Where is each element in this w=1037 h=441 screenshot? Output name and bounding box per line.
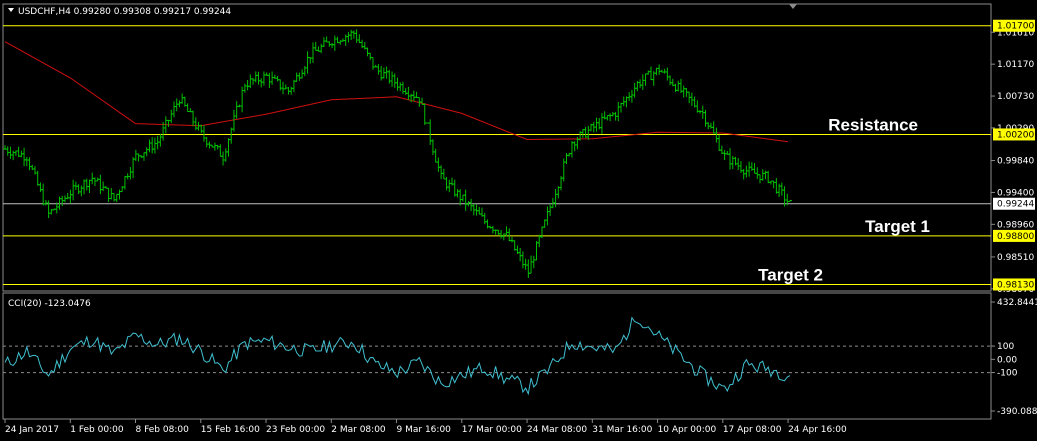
level-label: 0.98130 — [997, 280, 1034, 290]
time-tick-label: 10 Apr 00:00 — [658, 425, 717, 435]
time-tick-label: 31 Mar 16:00 — [592, 425, 652, 435]
level-label: 1.01700 — [997, 22, 1034, 32]
cci-tick-label: 0.00 — [997, 355, 1017, 365]
time-tick-label: 17 Mar 00:00 — [462, 425, 522, 435]
time-tick-label: 15 Feb 16:00 — [201, 425, 260, 435]
chart-root: 1.016101.011701.007301.002900.998400.994… — [0, 0, 1037, 441]
time-tick-label: 24 Apr 16:00 — [788, 425, 847, 435]
time-tick-label: 24 Mar 08:00 — [527, 425, 587, 435]
time-tick-label: 24 Jan 2017 — [5, 425, 59, 435]
cci-title: CCI(20) -123.0476 — [8, 299, 91, 309]
time-tick-label: 23 Feb 00:00 — [266, 425, 325, 435]
time-tick-label: 1 Feb 00:00 — [70, 425, 124, 435]
annotation-label: Target 2 — [758, 265, 823, 284]
price-tick-label: 0.99400 — [997, 188, 1034, 198]
price-axis-ticks: 1.016101.011701.007301.002900.998400.994… — [991, 28, 1034, 295]
cci-tick-label: 432.8441 — [997, 298, 1037, 308]
cci-tick-label: 100 — [997, 342, 1014, 352]
cci-tick-label: -100 — [997, 369, 1018, 379]
level-label: 1.00200 — [997, 130, 1034, 140]
price-tick-label: 0.98510 — [997, 253, 1034, 263]
price-tick-label: 0.99840 — [997, 157, 1034, 167]
time-tick-label: 17 Apr 08:00 — [723, 425, 782, 435]
cci-tick-label: -390.0885 — [997, 407, 1037, 417]
level-label: 0.99244 — [997, 200, 1034, 210]
annotation-label: Resistance — [828, 115, 918, 134]
time-tick-label: 8 Feb 08:00 — [136, 425, 190, 435]
level-label: 0.98800 — [997, 232, 1034, 242]
price-tick-label: 0.98960 — [997, 220, 1034, 230]
symbol-info: USDCHF,H4 0.99280 0.99308 0.99217 0.9924… — [18, 7, 231, 17]
price-tick-label: 1.00730 — [997, 92, 1034, 102]
symbol-header: USDCHF,H4 0.99280 0.99308 0.99217 0.9924… — [8, 7, 231, 17]
time-tick-label: 9 Mar 16:00 — [397, 425, 452, 435]
annotation-label: Target 1 — [865, 217, 930, 236]
price-tick-label: 1.01170 — [997, 60, 1034, 70]
time-tick-label: 2 Mar 08:00 — [331, 425, 386, 435]
